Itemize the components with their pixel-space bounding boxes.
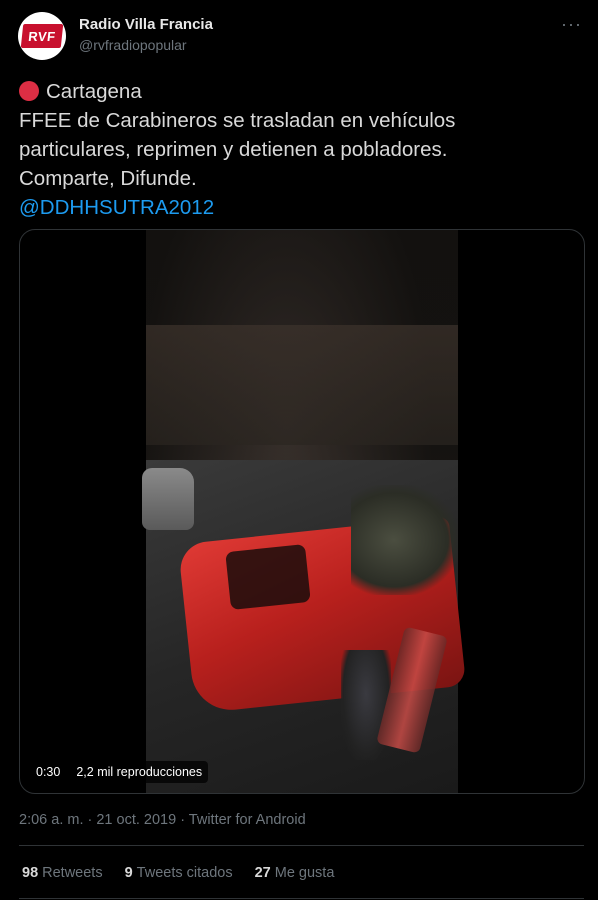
- tweet-line-4: Comparte, Difunde.: [19, 167, 197, 190]
- rvf-logo: RVF: [20, 24, 64, 48]
- account-name[interactable]: Radio Villa Francia: [79, 16, 213, 33]
- tweet-meta[interactable]: 2:06 a. m. · 21 oct. 2019 · Twitter for …: [19, 812, 306, 828]
- video-overlay: 0:30 2,2 mil reproducciones: [30, 761, 209, 783]
- tweet-stats: 98 Retweets 9 Tweets citados 27 Me gusta: [22, 865, 334, 881]
- likes-label: Me gusta: [274, 865, 335, 881]
- retweets-label: Retweets: [42, 865, 103, 881]
- retweets-count: 98: [22, 865, 39, 881]
- tweet-line-1: Cartagena: [19, 77, 579, 106]
- video-player[interactable]: 0:30 2,2 mil reproducciones: [19, 229, 585, 794]
- quotes-stat[interactable]: 9 Tweets citados: [125, 865, 233, 881]
- tweet-line-2: FFEE de Carabineros se trasladan en vehí…: [19, 109, 456, 132]
- video-frame[interactable]: [142, 230, 467, 793]
- video-scene-people: [351, 485, 458, 595]
- tweet-line-3: particulares, reprimen y detienen a pobl…: [19, 138, 448, 161]
- account-handle[interactable]: @rvfradiopopular: [79, 37, 187, 53]
- video-scene-truck-cab: [225, 543, 311, 611]
- quotes-count: 9: [124, 865, 133, 881]
- likes-stat[interactable]: 27 Me gusta: [255, 865, 335, 881]
- tweet-header: RVF Radio Villa Francia @rvfradiopopular…: [18, 12, 586, 62]
- video-duration: 0:30: [30, 761, 67, 783]
- mention-link[interactable]: @DDHHSUTRA2012: [19, 193, 579, 222]
- avatar-logo-text: RVF: [27, 28, 57, 44]
- retweets-stat[interactable]: 98 Retweets: [22, 865, 103, 881]
- avatar[interactable]: RVF: [18, 12, 66, 60]
- quotes-label: Tweets citados: [136, 865, 233, 881]
- more-icon[interactable]: ···: [561, 14, 582, 35]
- red-circle-icon: [19, 81, 39, 101]
- tweet-text: Cartagena FFEE de Carabineros se traslad…: [19, 77, 579, 222]
- likes-count: 27: [254, 865, 271, 881]
- divider: [19, 898, 584, 899]
- video-views: 2,2 mil reproducciones: [70, 761, 209, 783]
- tweet-location: Cartagena: [46, 80, 142, 103]
- video-scene-gray-car: [142, 468, 194, 530]
- video-scene-wall: [146, 325, 458, 445]
- divider: [19, 845, 584, 846]
